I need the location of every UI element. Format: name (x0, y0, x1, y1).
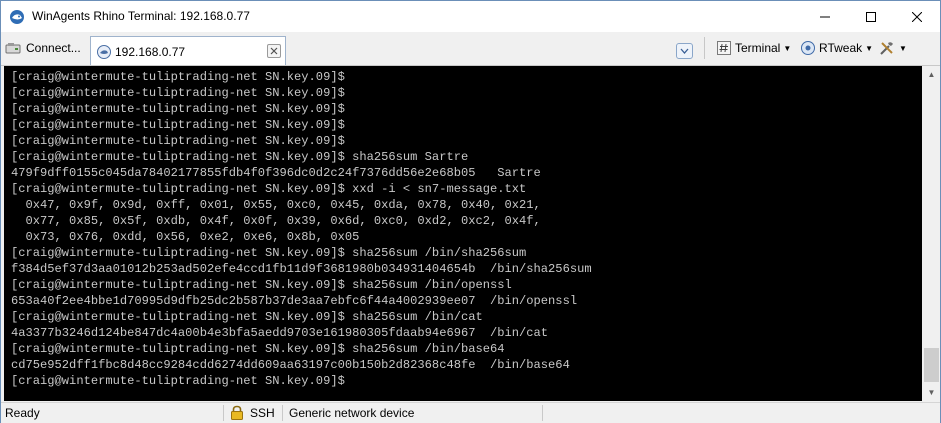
terminal-line: [craig@wintermute-tuliptrading-net SN.ke… (11, 118, 345, 132)
terminal-line: [craig@wintermute-tuliptrading-net SN.ke… (11, 310, 483, 324)
chevron-up-icon: ▲ (927, 70, 936, 79)
rhino-terminal-icon (9, 9, 25, 25)
tab-session[interactable]: 192.168.0.77 (90, 36, 286, 65)
window-title: WinAgents Rhino Terminal: 192.168.0.77 (32, 9, 250, 23)
lock-icon (230, 405, 244, 420)
terminal-line: 0x77, 0x85, 0x5f, 0xdb, 0x4f, 0x0f, 0x39… (11, 214, 541, 228)
title-bar: WinAgents Rhino Terminal: 192.168.0.77 (1, 1, 940, 32)
terminal-line: 4a3377b3246d124be847dc4a00b4e3bfa5aedd97… (11, 326, 549, 340)
connect-button[interactable]: Connect... (5, 38, 81, 58)
terminal-line: [craig@wintermute-tuliptrading-net SN.ke… (11, 278, 512, 292)
maximize-button[interactable] (848, 1, 894, 32)
terminal-line: [craig@wintermute-tuliptrading-net SN.ke… (11, 70, 345, 84)
tools-menu-button[interactable]: ▼ (878, 37, 907, 59)
dropdown-caret-icon: ▼ (783, 43, 792, 53)
terminal-line: [craig@wintermute-tuliptrading-net SN.ke… (11, 86, 345, 100)
chevron-down-icon: ▼ (927, 388, 936, 397)
status-separator (223, 405, 224, 421)
status-state: Ready (5, 406, 40, 420)
terminal-menu-button[interactable]: Terminal ▼ (716, 37, 791, 59)
terminal-menu-label: Terminal (735, 41, 781, 55)
scroll-thumb[interactable] (924, 348, 939, 382)
status-separator (282, 405, 283, 421)
session-icon (96, 44, 112, 60)
dropdown-caret-icon: ▼ (865, 43, 874, 53)
minimize-icon (820, 16, 830, 17)
tab-list-dropdown[interactable] (676, 43, 693, 59)
terminal-line: f384d5ef37d3aa01012b253ad502efe4ccd1fb11… (11, 262, 592, 276)
terminal-icon (717, 41, 731, 55)
status-bar: Ready SSH Generic network device (1, 402, 940, 423)
terminal-line: [craig@wintermute-tuliptrading-net SN.ke… (11, 150, 469, 164)
terminal-line: [craig@wintermute-tuliptrading-net SN.ke… (11, 182, 527, 196)
tab-label: 192.168.0.77 (115, 45, 186, 59)
terminal-output: [craig@wintermute-tuliptrading-net SN.ke… (11, 69, 592, 389)
status-separator (542, 405, 543, 421)
terminal-line: [craig@wintermute-tuliptrading-net SN.ke… (11, 246, 527, 260)
terminal-line: 479f9dff0155c045da78402177855fdb4f0f396d… (11, 166, 541, 180)
close-icon (912, 11, 922, 22)
chevron-down-icon (680, 48, 689, 54)
terminal-line: 0x73, 0x76, 0xdd, 0x56, 0xe2, 0xe6, 0x8b… (11, 230, 360, 244)
terminal-line: 0x47, 0x9f, 0x9d, 0xff, 0x01, 0x55, 0xc0… (11, 198, 541, 212)
toolbar-separator (704, 37, 705, 59)
minimize-button[interactable] (802, 1, 848, 32)
status-protocol: SSH (250, 406, 275, 420)
status-device: Generic network device (289, 406, 415, 420)
rtweak-menu-label: RTweak (819, 41, 863, 55)
terminal-line: [craig@wintermute-tuliptrading-net SN.ke… (11, 134, 345, 148)
terminal-scrollbar[interactable]: ▲ ▼ (923, 66, 940, 401)
tools-icon (880, 42, 893, 55)
scroll-up-button[interactable]: ▲ (923, 66, 940, 83)
terminal-line: [craig@wintermute-tuliptrading-net SN.ke… (11, 374, 345, 388)
terminal-line: [craig@wintermute-tuliptrading-net SN.ke… (11, 102, 345, 116)
close-icon (270, 47, 278, 55)
dropdown-caret-icon: ▼ (899, 43, 907, 53)
connect-label: Connect... (26, 41, 81, 55)
terminal-screen[interactable]: [craig@wintermute-tuliptrading-net SN.ke… (4, 66, 922, 401)
connect-icon (5, 43, 21, 54)
rtweak-icon (801, 41, 815, 55)
toolbar: Connect... 192.168.0.77 Terminal ▼ RTwea… (1, 32, 940, 66)
terminal-line: cd75e952dff1fbc8d48cc9284cdd6274dd609aa6… (11, 358, 570, 372)
rtweak-menu-button[interactable]: RTweak ▼ (800, 37, 873, 59)
close-button[interactable] (894, 1, 940, 32)
terminal-line: [craig@wintermute-tuliptrading-net SN.ke… (11, 342, 505, 356)
scroll-down-button[interactable]: ▼ (923, 384, 940, 401)
maximize-icon (866, 11, 876, 22)
app-window: WinAgents Rhino Terminal: 192.168.0.77 C… (0, 0, 941, 423)
tab-close-button[interactable] (267, 44, 281, 58)
terminal-line: 653a40f2ee4bbe1d70995d9dfb25dc2b587b37de… (11, 294, 578, 308)
